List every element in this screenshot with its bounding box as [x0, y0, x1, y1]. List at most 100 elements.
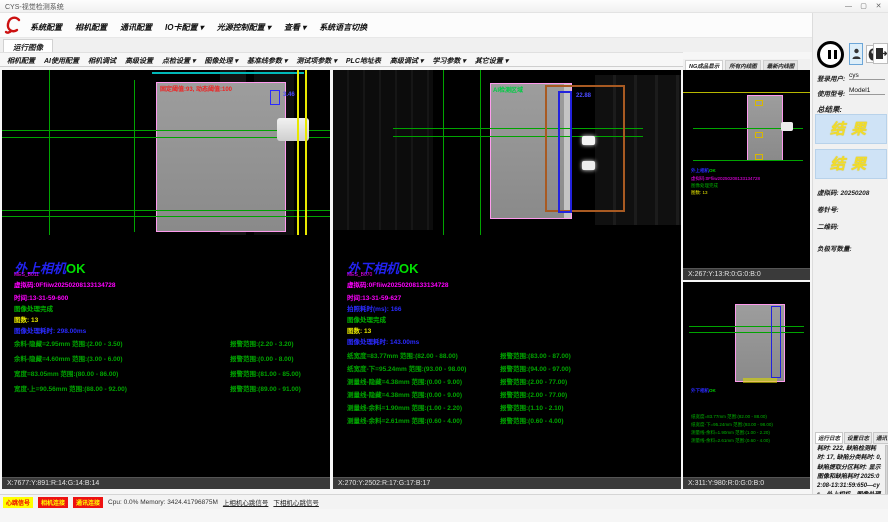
tool-image-process[interactable]: 图像处理 ▾: [204, 56, 237, 66]
logout-button[interactable]: [873, 43, 888, 64]
minimize-button[interactable]: —: [841, 1, 856, 12]
measurement-row: 纸宽度=83.77mm 范围:(82.00 - 88.00): [347, 350, 458, 360]
vertical-guide-line: [443, 70, 444, 235]
preview-bottom-row: 纸宽度=83.77mm 范围:(82.00 - 88.00): [691, 414, 767, 420]
vertical-guide-line: [49, 70, 50, 235]
middle-mes-tag: MES_B070: [347, 272, 372, 278]
preview-top-panel: 外上相机OK 虚拟码:0Ffiiw20250208133134728 图像处理完…: [683, 70, 810, 268]
preview-tab-latest[interactable]: 最新内线图: [763, 60, 799, 70]
measurement-row: 余料-隐藏=4.60mm 范围:(3.00 - 6.00): [14, 353, 123, 363]
tool-camera-config[interactable]: 相机配置: [7, 56, 35, 66]
edge-guide-line: [305, 70, 307, 235]
bright-spot: [582, 161, 595, 170]
menu-bar: 系统配置 相机配置 通讯配置 IO卡配置 ▾ 光源控制配置 ▾ 查看 ▾ 系统语…: [0, 13, 812, 38]
middle-time-line: 时间:13-31-59-627: [347, 292, 401, 302]
result-display-top: 结果: [815, 114, 887, 144]
middle-elapsed-line: 图像处理耗时: 143.00ms: [347, 336, 419, 346]
menu-comm-config[interactable]: 通讯配置: [120, 22, 152, 33]
left-pixel-readout: X:7677:Y:891:R:14:G:14:B:14: [2, 477, 330, 489]
measurement-row: 测量线-隐藏=4.38mm 范围:(0.00 - 9.00): [347, 376, 462, 386]
lower-camera-heartbeat-link[interactable]: 下相机心跳信号: [273, 497, 319, 507]
tool-spotcheck-set[interactable]: 点检设置 ▾: [162, 56, 195, 66]
close-button[interactable]: ✕: [871, 1, 886, 12]
log-tab-comm[interactable]: 通讯日志: [873, 432, 888, 444]
preview-tab-ng[interactable]: NG成品显示: [685, 60, 723, 70]
vertical-guide-line: [134, 80, 135, 232]
tab-strip: 运行图像: [0, 38, 812, 52]
pause-button[interactable]: [817, 41, 844, 68]
left-done-line: 图像处理完成: [14, 303, 53, 313]
negative-write-count-label: 负极写数量:: [817, 243, 852, 253]
right-control-panel: 登录用户: cys 使用型号: Model1 总结果: 结果 结果 虚拟码: 2…: [812, 13, 888, 494]
login-user-value[interactable]: cys: [849, 72, 885, 80]
measure-marker-label: 3.46: [283, 92, 295, 98]
left-camera-result: OK: [66, 261, 86, 276]
preview-bottom-readout: X:311:Y:980:R:0:G:0:B:0: [683, 477, 810, 489]
menu-io-config[interactable]: IO卡配置 ▾: [165, 22, 204, 33]
measure-marker-box: [558, 91, 572, 213]
measurement-row: 宽度-上=90.56mm 范围:(88.00 - 92.00): [14, 383, 127, 393]
toolbar: 相机配置 AI使用配置 相机调试 高级设置 点检设置 ▾ 图像处理 ▾ 基准线参…: [0, 52, 683, 67]
app-logo-icon: [4, 15, 24, 35]
measurement-row: 纸宽度-下=95.24mm 范围:(93.00 - 98.00): [347, 363, 466, 373]
preview-top-line: 虚拟码:0Ffiiw20250208133134728: [691, 176, 760, 182]
middle-camera-panel: AI检测区域 22.88 外下相机OK MES_B070 虚拟码:0Ffiiw2…: [333, 70, 681, 489]
middle-frames-line: 图数: 13: [347, 325, 371, 335]
tool-advanced-set[interactable]: 高级设置: [125, 56, 153, 66]
middle-pixel-readout: X:270:Y:2502:R:17:G:17:B:17: [333, 477, 681, 489]
alarm-range: 报警范围:(94.00 - 97.00): [500, 363, 571, 373]
alarm-range: 报警范围:(2.00 - 77.00): [500, 389, 567, 399]
tool-learn-param[interactable]: 学习参数 ▾: [432, 56, 465, 66]
alarm-range: 报警范围:(81.00 - 85.00): [230, 368, 301, 378]
maximize-button[interactable]: ▢: [856, 1, 871, 12]
measure-marker-label: 22.88: [576, 93, 591, 99]
pin-number-label: 卷针号:: [817, 204, 839, 214]
preview-marker: [755, 132, 763, 138]
log-tab-set[interactable]: 设置日志: [844, 432, 872, 444]
model-label: 使用型号:: [817, 88, 845, 98]
window-title: CYS-视觉检测系统: [5, 2, 64, 12]
alarm-range: 报警范围:(0.00 - 8.00): [230, 353, 294, 363]
tool-ai-config[interactable]: AI使用配置: [44, 56, 79, 66]
comm-conn-badge[interactable]: 通讯连接: [73, 497, 103, 508]
virtual-code-field: 虚拟码: 20250208: [817, 187, 869, 197]
upper-camera-heartbeat-link[interactable]: 上相机心跳信号: [223, 497, 269, 507]
baseline-line: [2, 216, 330, 217]
menu-view[interactable]: 查看 ▾: [284, 22, 306, 33]
menu-language-switch[interactable]: 系统语言切换: [319, 22, 367, 33]
left-frames-line: 图数: 13: [14, 314, 38, 324]
alarm-range: 报警范围:(2.20 - 3.20): [230, 338, 294, 348]
baseline-line: [689, 326, 804, 327]
preview-top-camera-name: 外上相机OK: [691, 168, 716, 174]
measurement-row: 测量线-余料=2.61mm 范围:(0.60 - 4.00): [347, 415, 462, 425]
baseline-line: [693, 160, 803, 161]
tool-advanced-debug[interactable]: 高级调试 ▾: [390, 56, 423, 66]
heartbeat-badge[interactable]: 心跳信号: [3, 497, 33, 508]
preview-tab-all[interactable]: 所有内线图: [725, 60, 761, 70]
camera-conn-badge[interactable]: 相机连接: [38, 497, 68, 508]
menu-camera-config[interactable]: 相机配置: [75, 22, 107, 33]
middle-grab-line: 拍照耗时(ms): 166: [347, 303, 402, 313]
preview-bottom-row: 纸宽度-下=95.24mm 范围:(93.00 - 98.00): [691, 422, 773, 428]
edge-guide-line: [683, 92, 810, 93]
measurement-row: 宽度=83.05mm 范围:(80.00 - 86.00): [14, 368, 118, 378]
model-value[interactable]: Model1: [849, 87, 885, 95]
operator-login-button[interactable]: [849, 43, 863, 65]
tool-baseline-param[interactable]: 基准线参数 ▾: [247, 56, 287, 66]
menu-light-config[interactable]: 光源控制配置 ▾: [217, 22, 271, 33]
menu-system-config[interactable]: 系统配置: [30, 22, 62, 33]
tool-testitem-param[interactable]: 测试项参数 ▾: [296, 56, 336, 66]
teal-guide-line: [152, 72, 304, 74]
log-tab-run[interactable]: 运行日志: [815, 432, 843, 444]
preview-tab-strip: NG成品显示 所有内线图 最新内线图: [683, 59, 810, 70]
left-camera-panel: 固定阈值:93, 动态阈值:100 3.46 外上相机OK MES_B011 虚…: [2, 70, 330, 489]
tool-plc-address[interactable]: PLC地址表: [346, 56, 381, 66]
left-barcode-line: 虚拟码:0Ffiiw20250208133134728: [14, 279, 116, 289]
baseline-line: [2, 210, 330, 211]
left-time-line: 时间:13-31-59-600: [14, 292, 68, 302]
preview-bottom-panel: 外下相机OK 纸宽度=83.77mm 范围:(82.00 - 88.00) 纸宽…: [683, 282, 810, 477]
measure-marker-box: [771, 306, 781, 378]
middle-done-line: 图像处理完成: [347, 314, 386, 324]
tool-other-set[interactable]: 其它设置 ▾: [475, 56, 508, 66]
tool-camera-debug[interactable]: 相机调试: [88, 56, 116, 66]
